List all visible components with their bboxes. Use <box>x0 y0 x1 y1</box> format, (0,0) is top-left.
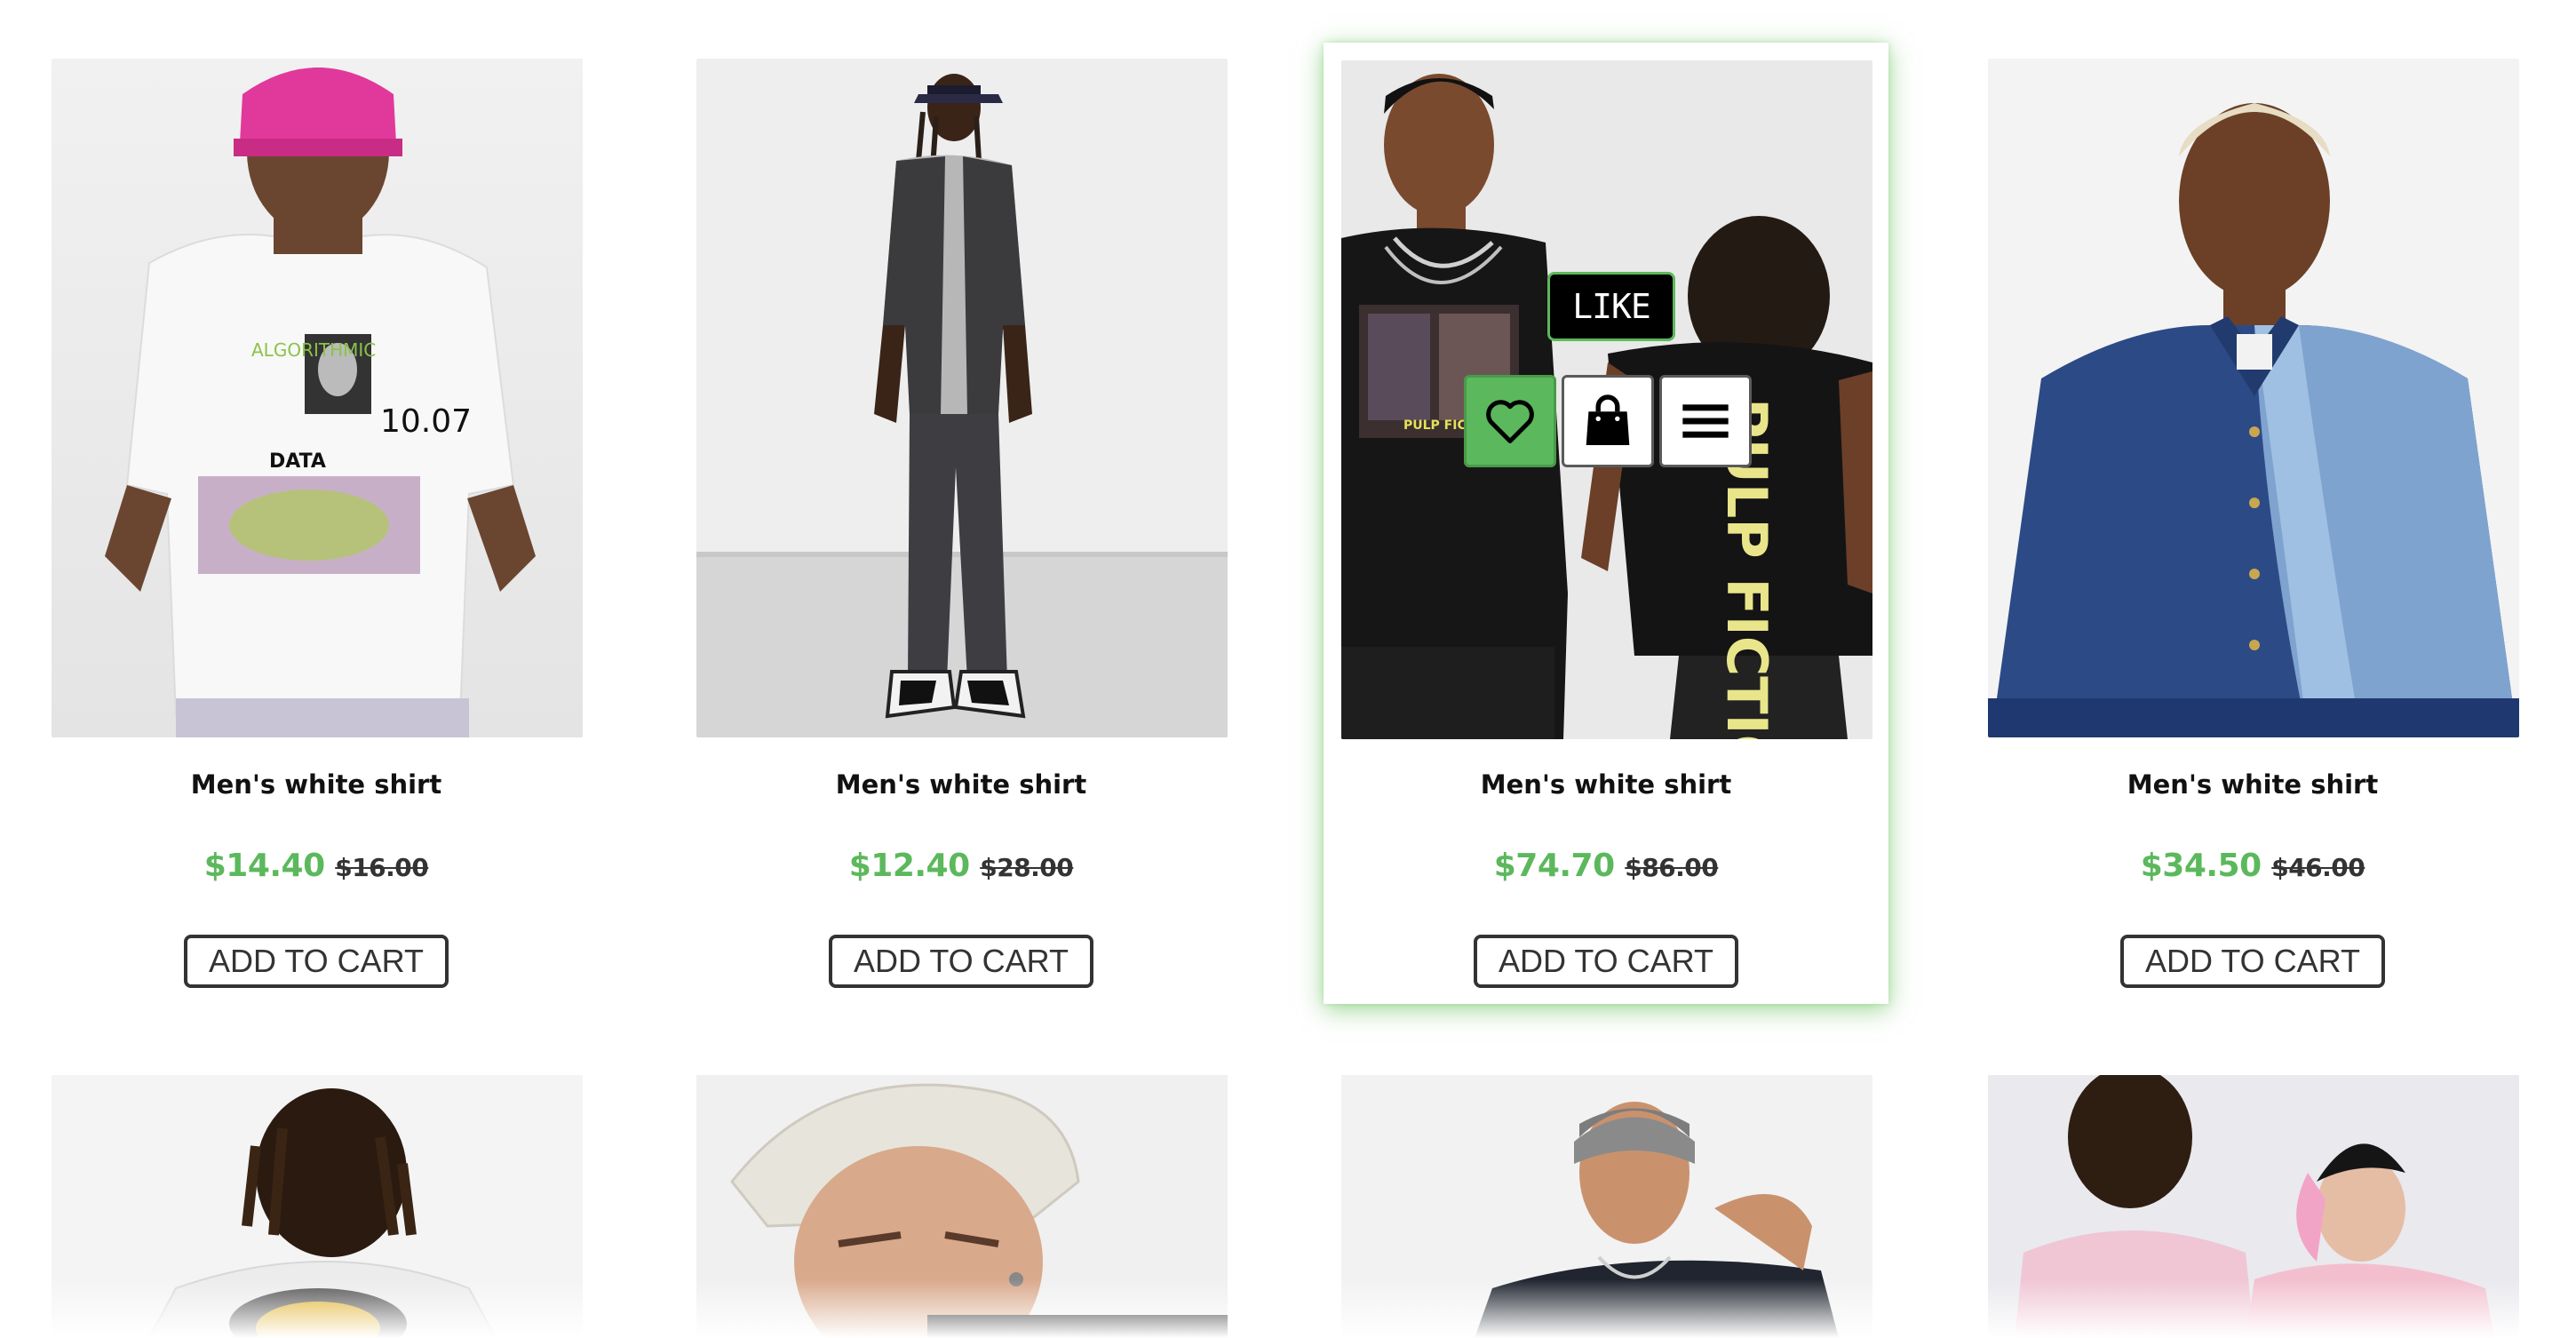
shopping-bag-icon <box>1586 394 1630 445</box>
product-name[interactable]: Men's white shirt <box>1970 769 2535 800</box>
product-card[interactable]: ALGORITHMIC 10.07 DATA Men's white shirt… <box>34 59 599 999</box>
product-name[interactable]: Men's white shirt <box>679 769 1244 800</box>
product-grid: ALGORITHMIC 10.07 DATA Men's white shirt… <box>0 0 2576 1338</box>
product-image[interactable] <box>696 59 1228 737</box>
sale-price: $74.70 <box>1493 848 1615 884</box>
product-card[interactable]: Men's white shirt $34.50 $46.00 ADD TO C… <box>1970 59 2535 999</box>
product-image[interactable]: ALGORITHMIC 10.07 DATA <box>52 59 583 737</box>
product-image[interactable] <box>1988 59 2519 737</box>
add-to-cart-button[interactable]: ADD TO CART <box>2120 935 2385 988</box>
original-price: $16.00 <box>335 853 429 882</box>
add-to-cart-button[interactable]: ADD TO CART <box>1474 935 1738 988</box>
product-card-hovered[interactable]: PULP FICTION PULP FICTION LIKE Men's whi… <box>1324 43 1888 1004</box>
product-prices: $14.40 $16.00 <box>34 848 599 884</box>
like-button[interactable] <box>1464 375 1556 467</box>
original-price: $28.00 <box>980 853 1074 882</box>
like-tooltip: LIKE <box>1547 272 1675 341</box>
original-price: $86.00 <box>1625 853 1719 882</box>
add-to-bag-button[interactable] <box>1562 375 1654 467</box>
original-price: $46.00 <box>2271 853 2365 882</box>
more-options-button[interactable] <box>1659 375 1752 467</box>
sale-price: $12.40 <box>848 848 970 884</box>
svg-text:ALGORITHMIC: ALGORITHMIC <box>251 339 376 361</box>
product-prices: $74.70 $86.00 <box>1324 848 1888 884</box>
product-prices: $12.40 $28.00 <box>679 848 1244 884</box>
svg-text:10.07: 10.07 <box>380 403 472 440</box>
product-prices: $34.50 $46.00 <box>1970 848 2535 884</box>
product-name[interactable]: Men's white shirt <box>34 769 599 800</box>
menu-icon <box>1682 404 1729 438</box>
svg-text:DATA: DATA <box>269 450 326 473</box>
heart-icon <box>1486 400 1534 443</box>
scroll-fade <box>0 1279 2576 1338</box>
product-card[interactable]: Men's white shirt $12.40 $28.00 ADD TO C… <box>679 59 1244 999</box>
add-to-cart-button[interactable]: ADD TO CART <box>829 935 1093 988</box>
add-to-cart-button[interactable]: ADD TO CART <box>184 935 449 988</box>
product-name[interactable]: Men's white shirt <box>1324 769 1888 800</box>
sale-price: $14.40 <box>203 848 325 884</box>
sale-price: $34.50 <box>2140 848 2262 884</box>
